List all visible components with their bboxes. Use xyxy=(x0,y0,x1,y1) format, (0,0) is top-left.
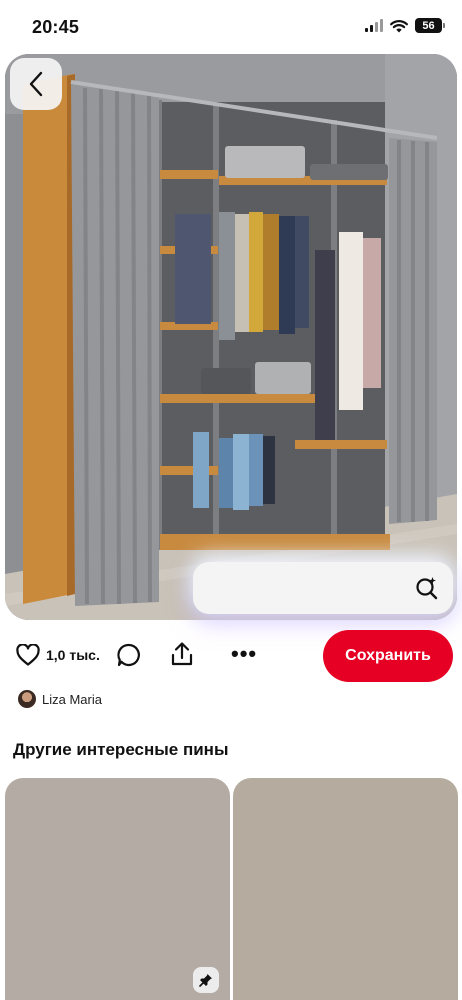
pin-image[interactable] xyxy=(5,54,457,620)
comment-button[interactable] xyxy=(116,642,142,673)
share-button[interactable] xyxy=(170,641,194,672)
like-count: 1,0 тыс. xyxy=(46,647,100,663)
save-button[interactable]: Сохранить xyxy=(323,630,453,682)
heart-icon xyxy=(16,644,40,666)
status-icons: 56 xyxy=(365,18,445,33)
cellular-signal-icon xyxy=(365,19,383,32)
back-button[interactable] xyxy=(10,58,62,110)
chevron-left-icon xyxy=(29,71,43,97)
more-options-button[interactable]: ••• xyxy=(231,642,257,666)
lens-search-icon[interactable] xyxy=(415,576,439,600)
status-bar: 20:45 56 xyxy=(0,0,462,54)
avatar[interactable] xyxy=(18,690,36,708)
related-pin-card[interactable] xyxy=(5,778,230,1000)
battery-icon: 56 xyxy=(415,18,445,33)
author-name[interactable]: Liza Maria xyxy=(42,692,102,707)
pin-icon xyxy=(193,967,219,993)
section-title: Другие интересные пины xyxy=(13,740,229,759)
wifi-icon xyxy=(390,19,408,32)
status-time: 20:45 xyxy=(32,17,80,37)
share-icon xyxy=(171,642,193,666)
comment-icon xyxy=(117,643,140,667)
author[interactable]: Liza Maria xyxy=(18,690,102,708)
visual-search-bar[interactable] xyxy=(193,562,453,614)
related-pin-card[interactable] xyxy=(233,778,458,1000)
like-button[interactable]: 1,0 тыс. xyxy=(16,644,100,666)
wardrobe-photo xyxy=(5,54,457,620)
action-bar: 1,0 тыс. ••• Сохранить xyxy=(0,628,462,684)
